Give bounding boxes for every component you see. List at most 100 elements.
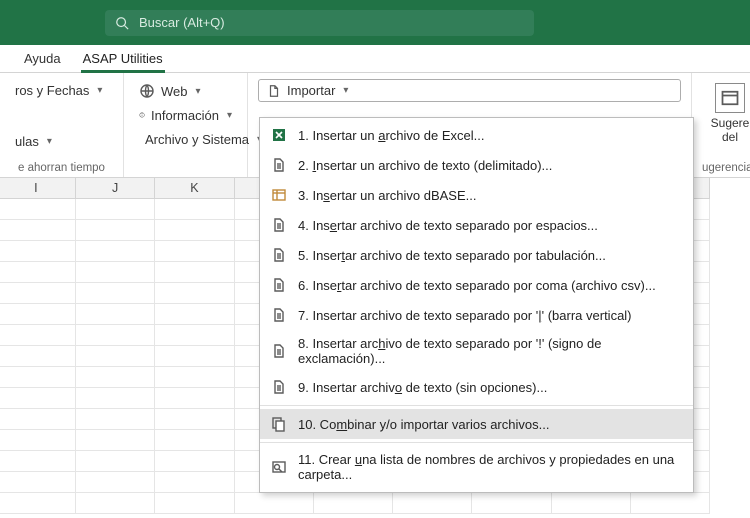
search-box[interactable]: Buscar (Alt+Q) (105, 10, 534, 36)
import-menu-item-3[interactable]: 3. Insertar un archivo dBASE... (260, 180, 693, 210)
tab-help[interactable]: Ayuda (22, 46, 63, 72)
cell[interactable] (235, 493, 314, 514)
file-system-button[interactable]: Archivo y Sistema▾ (134, 127, 237, 151)
cell[interactable] (0, 388, 76, 409)
cell[interactable] (155, 241, 234, 262)
cell[interactable] (155, 409, 234, 430)
menu-item-icon (270, 216, 288, 234)
import-menu-item-5[interactable]: 5. Insertar archivo de texto separado po… (260, 240, 693, 270)
menu-item-icon (270, 156, 288, 174)
cell[interactable] (0, 304, 76, 325)
group-caption-4: ugerencia (702, 158, 740, 174)
cell[interactable] (155, 304, 234, 325)
import-menu-item-6[interactable]: 6. Insertar archivo de texto separado po… (260, 270, 693, 300)
menu-item-icon (270, 458, 288, 476)
import-menu-item-11[interactable]: 11. Crear una lista de nombres de archiv… (260, 446, 693, 488)
ribbon-group-right: Sugere del ugerencia (692, 73, 750, 177)
ribbon-group-left: ros y Fechas▾ ulas▾ e ahorran tiempo (0, 73, 124, 177)
col-header[interactable]: K (155, 178, 234, 198)
ribbon-group-web: Web▾ Información▾ Archivo y Sistema▾ (124, 73, 248, 177)
info-button[interactable]: Información▾ (134, 103, 237, 127)
cell[interactable] (155, 220, 234, 241)
cell[interactable] (631, 493, 710, 514)
cell[interactable] (393, 493, 472, 514)
info-icon (139, 107, 145, 123)
cell[interactable] (76, 241, 155, 262)
cell[interactable] (155, 199, 234, 220)
cell[interactable] (155, 388, 234, 409)
cell[interactable] (76, 304, 155, 325)
menu-item-icon (270, 306, 288, 324)
cell[interactable] (76, 220, 155, 241)
cell[interactable] (0, 430, 76, 451)
menu-item-icon (270, 415, 288, 433)
cell[interactable] (314, 493, 393, 514)
menu-item-icon (270, 126, 288, 144)
cell[interactable] (0, 451, 76, 472)
import-button[interactable]: Importar▾ (258, 79, 681, 102)
group-caption-2 (134, 158, 237, 174)
import-menu-item-9[interactable]: 9. Insertar archivo de texto (sin opcion… (260, 372, 693, 402)
import-menu-item-2[interactable]: 2. Insertar un archivo de texto (delimit… (260, 150, 693, 180)
menu-item-label: 8. Insertar archivo de texto separado po… (298, 336, 681, 366)
menu-item-label: 3. Insertar un archivo dBASE... (298, 188, 476, 203)
import-menu-item-8[interactable]: 8. Insertar archivo de texto separado po… (260, 330, 693, 372)
cell[interactable] (155, 493, 234, 514)
cell[interactable] (76, 493, 155, 514)
cell[interactable] (0, 346, 76, 367)
menu-item-label: 11. Crear una lista de nombres de archiv… (298, 452, 681, 482)
cell[interactable] (0, 367, 76, 388)
cell[interactable] (76, 283, 155, 304)
col-header[interactable]: J (76, 178, 155, 198)
col-header[interactable]: I (0, 178, 76, 198)
cell[interactable] (552, 493, 631, 514)
cell[interactable] (0, 409, 76, 430)
menu-item-icon (270, 246, 288, 264)
import-dropdown-menu: 1. Insertar un archivo de Excel...2. Ins… (259, 117, 694, 493)
menu-item-label: 6. Insertar archivo de texto separado po… (298, 278, 656, 293)
cell[interactable] (155, 430, 234, 451)
suggestions-button[interactable]: Sugere del (702, 79, 750, 148)
cell[interactable] (0, 325, 76, 346)
cell[interactable] (76, 451, 155, 472)
cell[interactable] (472, 493, 551, 514)
cell[interactable] (0, 283, 76, 304)
cell[interactable] (76, 409, 155, 430)
cell[interactable] (155, 346, 234, 367)
globe-icon (139, 83, 155, 99)
tab-asap-utilities[interactable]: ASAP Utilities (81, 46, 165, 72)
formulas-button[interactable]: ulas▾ (10, 130, 113, 153)
search-icon (115, 16, 129, 30)
cell[interactable] (155, 451, 234, 472)
cell[interactable] (155, 283, 234, 304)
cell[interactable] (155, 262, 234, 283)
import-menu-item-10[interactable]: 10. Combinar y/o importar varios archivo… (260, 409, 693, 439)
import-menu-item-7[interactable]: 7. Insertar archivo de texto separado po… (260, 300, 693, 330)
cell[interactable] (0, 472, 76, 493)
cell[interactable] (76, 199, 155, 220)
import-menu-item-4[interactable]: 4. Insertar archivo de texto separado po… (260, 210, 693, 240)
cell[interactable] (0, 241, 76, 262)
numbers-dates-button[interactable]: ros y Fechas▾ (10, 79, 113, 102)
cell[interactable] (155, 367, 234, 388)
cell[interactable] (76, 430, 155, 451)
web-button[interactable]: Web▾ (134, 79, 237, 103)
menu-item-label: 9. Insertar archivo de texto (sin opcion… (298, 380, 547, 395)
group-caption-1: e ahorran tiempo (10, 158, 113, 174)
cell[interactable] (76, 472, 155, 493)
cell[interactable] (0, 199, 76, 220)
cell[interactable] (0, 493, 76, 514)
import-menu-item-1[interactable]: 1. Insertar un archivo de Excel... (260, 120, 693, 150)
cell[interactable] (155, 472, 234, 493)
cell[interactable] (76, 367, 155, 388)
cell[interactable] (76, 325, 155, 346)
cell[interactable] (76, 346, 155, 367)
menu-item-label: 10. Combinar y/o importar varios archivo… (298, 417, 549, 432)
cell[interactable] (0, 220, 76, 241)
cell[interactable] (76, 262, 155, 283)
cell[interactable] (0, 262, 76, 283)
cell[interactable] (76, 388, 155, 409)
search-placeholder: Buscar (Alt+Q) (139, 15, 225, 30)
cell[interactable] (155, 325, 234, 346)
menu-item-icon (270, 378, 288, 396)
